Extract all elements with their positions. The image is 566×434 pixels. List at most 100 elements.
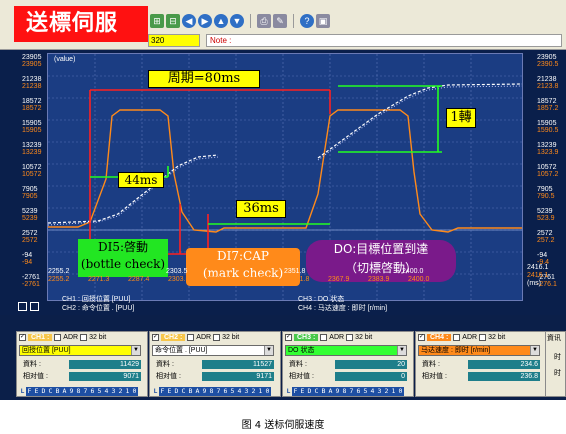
zoom-in-icon[interactable]: ⊞ bbox=[150, 14, 164, 28]
channel-source-select[interactable]: 命令位置 . [PUU] ▼ bbox=[152, 345, 274, 356]
info-line1: 时 bbox=[554, 354, 561, 361]
view-toggle-b[interactable] bbox=[30, 302, 39, 311]
value-field[interactable]: 320 bbox=[148, 34, 200, 47]
x-tick-orange: 2351.8 bbox=[288, 276, 310, 283]
data-label: 資料 : bbox=[289, 361, 307, 368]
bit-cell: 0 bbox=[397, 387, 404, 396]
bit-cell: 4 bbox=[369, 387, 376, 396]
channel-source-value: DO 状态 bbox=[288, 347, 315, 354]
adr-label: ADR bbox=[462, 334, 478, 341]
bit-cell: 9 bbox=[68, 387, 75, 396]
chevron-down-icon[interactable]: ▼ bbox=[264, 346, 273, 355]
figure-caption: 图 4 送标伺服速度 bbox=[241, 420, 325, 431]
adr-label: ADR bbox=[63, 334, 79, 341]
relative-row: 相对值 : 236.8 bbox=[420, 372, 546, 382]
bit-cell: 3 bbox=[376, 387, 383, 396]
bit-cell: D bbox=[173, 387, 180, 396]
panel-header: ✓ CH4 : ADR 32 bit bbox=[416, 332, 548, 343]
channel-name: CH1 : bbox=[28, 334, 53, 341]
panel-header: ✓ CH2 : ADR 32 bit bbox=[150, 332, 282, 343]
32bit-checkbox[interactable] bbox=[213, 334, 221, 341]
left-axis-tick: 2572 bbox=[22, 230, 38, 237]
left-arrow-icon[interactable]: ◀ bbox=[182, 14, 196, 28]
period-label: 周期=80ms bbox=[148, 70, 260, 88]
measure-icon[interactable]: ✎ bbox=[273, 14, 287, 28]
bit-cell: 5 bbox=[362, 387, 369, 396]
32bit-checkbox[interactable] bbox=[80, 334, 88, 341]
32bit-checkbox[interactable] bbox=[479, 334, 487, 341]
bit-display: LFEDCBA9876543210 bbox=[152, 387, 271, 396]
right-axis-tick-orange: 257.2 bbox=[537, 237, 555, 244]
bit-cell: C bbox=[47, 387, 54, 396]
right-axis-tick: 2572 bbox=[537, 230, 553, 237]
bit-cell: 8 bbox=[208, 387, 215, 396]
top-bar: 送標伺服 ⊞ ⊟ ◀ ▶ ▲ ▼ ⎙ ✎ ? ▣ 320 Note : bbox=[0, 0, 566, 50]
zoom-out-icon[interactable]: ⊟ bbox=[166, 14, 180, 28]
adr-checkbox[interactable] bbox=[54, 334, 62, 341]
print-icon[interactable]: ⎙ bbox=[257, 14, 271, 28]
time-44ms-text: 44ms bbox=[124, 173, 158, 187]
window-icon[interactable]: ▣ bbox=[316, 14, 330, 28]
bit-cell: L bbox=[19, 387, 26, 396]
32bit-label: 32 bit bbox=[222, 334, 240, 341]
di5-callout: DI5:啓動 (bottle check) bbox=[78, 239, 168, 277]
x-axis-x-unit: (ms) bbox=[527, 280, 541, 287]
chevron-down-icon[interactable]: ▼ bbox=[530, 346, 539, 355]
one-turn-text: 1轉 bbox=[450, 110, 472, 125]
note-field[interactable]: Note : bbox=[206, 34, 562, 47]
right-axis-tick: 5239 bbox=[537, 208, 553, 215]
bit-cell: 1 bbox=[124, 387, 131, 396]
bit-cell: 5 bbox=[229, 387, 236, 396]
channel-enable-checkbox[interactable]: ✓ bbox=[19, 334, 26, 341]
adr-checkbox[interactable] bbox=[187, 334, 195, 341]
left-axis-tick-orange: 18572 bbox=[22, 105, 42, 112]
x-tick-orange: 2287.4 bbox=[128, 276, 150, 283]
bit-cell: E bbox=[166, 387, 173, 396]
left-axis-tick-orange: 15905 bbox=[22, 127, 42, 134]
adr-checkbox[interactable] bbox=[320, 334, 328, 341]
view-toggle[interactable] bbox=[18, 302, 39, 311]
data-row: 資料 : 11527 bbox=[154, 360, 280, 370]
ch1-position-trace bbox=[47, 154, 219, 224]
left-axis-tick: 5239 bbox=[22, 208, 38, 215]
right-axis-tick-orange: 1857.2 bbox=[537, 105, 559, 112]
left-axis-tick-orange: 13239 bbox=[22, 149, 42, 156]
toolbar-divider bbox=[250, 14, 251, 28]
down-arrow-icon[interactable]: ▼ bbox=[230, 14, 244, 28]
channel-source-select[interactable]: 回授位置 [PUU] ▼ bbox=[19, 345, 141, 356]
panel-header: ✓ CH1 : ADR 32 bit bbox=[17, 332, 149, 343]
left-axis-tick-orange: 2572 bbox=[22, 237, 38, 244]
legend-ch2: CH2 : 命令位置 . [PUU] bbox=[62, 305, 135, 312]
chevron-down-icon[interactable]: ▼ bbox=[131, 346, 140, 355]
help-icon[interactable]: ? bbox=[300, 14, 314, 28]
channel-source-select[interactable]: DO 状态 ▼ bbox=[285, 345, 407, 356]
bit-cell: 6 bbox=[355, 387, 362, 396]
data-row: 資料 : 234.6 bbox=[420, 360, 546, 370]
bit-cell: 6 bbox=[222, 387, 229, 396]
32bit-checkbox[interactable] bbox=[346, 334, 354, 341]
right-axis-tick: 10572 bbox=[537, 164, 557, 171]
panel-header: ✓ CH3 : ADR 32 bit bbox=[283, 332, 415, 343]
channel-enable-checkbox[interactable]: ✓ bbox=[418, 334, 425, 341]
right-arrow-icon[interactable]: ▶ bbox=[198, 14, 212, 28]
bit-cell: B bbox=[187, 387, 194, 396]
adr-label: ADR bbox=[329, 334, 345, 341]
view-toggle-a[interactable] bbox=[18, 302, 27, 311]
ch2-command-trace-2 bbox=[317, 85, 523, 161]
channel-panel-2: ✓ CH2 : ADR 32 bit 命令位置 . [PUU] ▼ 資料 : 11527 相对值… bbox=[149, 331, 281, 397]
channel-enable-checkbox[interactable]: ✓ bbox=[285, 334, 292, 341]
up-arrow-icon[interactable]: ▲ bbox=[214, 14, 228, 28]
right-axis-tick-orange: 1590.5 bbox=[537, 127, 559, 134]
channel-enable-checkbox[interactable]: ✓ bbox=[152, 334, 159, 341]
time-36ms-text: 36ms bbox=[243, 201, 279, 216]
chevron-down-icon[interactable]: ▼ bbox=[397, 346, 406, 355]
bit-cell: 2 bbox=[117, 387, 124, 396]
scope-plot[interactable]: 周期=80ms 44ms 36ms 1轉 DI5:啓動 (bottle chec… bbox=[47, 53, 523, 301]
adr-checkbox[interactable] bbox=[453, 334, 461, 341]
bit-cell: L bbox=[152, 387, 159, 396]
channel-source-select[interactable]: 马达速度 : 即时 [r/min] ▼ bbox=[418, 345, 540, 356]
left-axis-tick: -2761 bbox=[22, 274, 40, 281]
right-axis-tick: 18572 bbox=[537, 98, 557, 105]
left-axis-tick: 23905 bbox=[22, 54, 42, 61]
right-axis-tick-orange: 1057.2 bbox=[537, 171, 559, 178]
